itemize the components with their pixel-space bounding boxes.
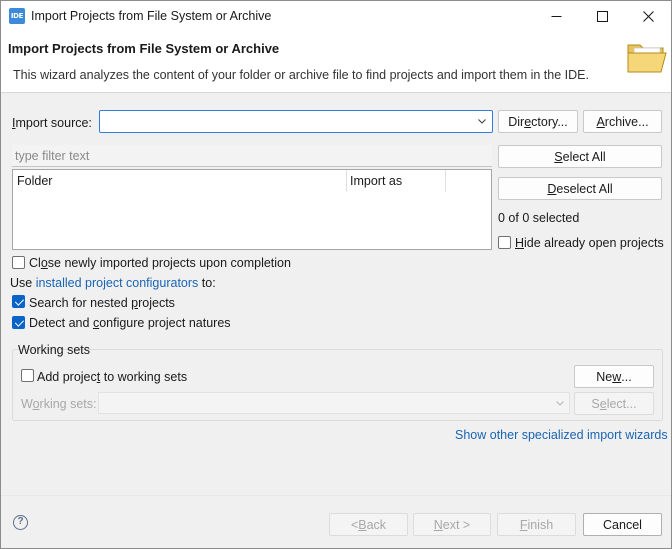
new-working-set-button[interactable]: Ne w... xyxy=(574,365,654,388)
close-newly-imported-checkbox[interactable] xyxy=(12,256,25,269)
detect-natures-checkbox[interactable] xyxy=(12,316,25,329)
hide-open-projects-label: Hide already open projects xyxy=(515,236,664,250)
maximize-icon xyxy=(596,10,608,22)
selected-count: 0 of 0 selected xyxy=(498,211,580,225)
add-to-working-sets-checkbox[interactable] xyxy=(21,369,34,382)
footer-divider xyxy=(1,495,671,496)
minimize-icon xyxy=(551,15,561,17)
cancel-button[interactable]: Cancel xyxy=(583,513,662,536)
window-title: Import Projects from File System or Arch… xyxy=(31,9,272,23)
configurators-line: Use installed project configurators to: xyxy=(10,276,216,290)
close-newly-imported-label: Close newly imported projects upon compl… xyxy=(29,256,291,270)
back-button[interactable]: < Back xyxy=(329,513,408,536)
column-folder[interactable]: Folder xyxy=(17,174,52,188)
other-import-wizards-link[interactable]: Show other specialized import wizards xyxy=(455,428,668,442)
directory-button[interactable]: Dir e ctory... xyxy=(498,110,578,133)
ide-app-icon: IDE xyxy=(9,8,25,24)
wizard-header: Import Projects from File System or Arch… xyxy=(1,31,671,93)
close-icon xyxy=(642,10,654,22)
column-divider[interactable] xyxy=(346,170,347,192)
filter-input[interactable]: type filter text xyxy=(12,145,492,167)
projects-table[interactable]: Folder Import as xyxy=(12,169,492,250)
next-button[interactable]: Next > xyxy=(413,513,491,536)
working-sets-combo[interactable] xyxy=(98,392,570,414)
close-window-button[interactable] xyxy=(625,1,671,31)
finish-button[interactable]: Finish xyxy=(497,513,576,536)
minimize-button[interactable] xyxy=(533,1,579,31)
maximize-button[interactable] xyxy=(579,1,625,31)
chevron-down-icon xyxy=(478,119,486,124)
add-to-working-sets-label: Add project to working sets xyxy=(37,370,188,384)
table-header: Folder Import as xyxy=(13,170,491,192)
wizard-description: This wizard analyzes the content of your… xyxy=(13,68,589,82)
chevron-down-icon xyxy=(556,401,564,406)
search-nested-projects-label: Search for nested projects xyxy=(29,296,175,310)
working-sets-combo-label: Working sets: xyxy=(21,397,97,411)
import-source-combo[interactable] xyxy=(99,110,493,133)
select-all-button[interactable]: Select All xyxy=(498,145,662,168)
working-sets-group-label: Working sets xyxy=(18,343,91,357)
help-icon[interactable]: ? xyxy=(13,515,28,530)
search-nested-projects-checkbox[interactable] xyxy=(12,295,25,308)
column-divider[interactable] xyxy=(445,170,446,192)
import-wizard-window: IDE Import Projects from File System or … xyxy=(0,0,672,549)
detect-natures-label: Detect and configure project natures xyxy=(29,316,231,330)
installed-configurators-link[interactable]: installed project configurators xyxy=(36,276,199,290)
select-working-set-button[interactable]: Se lect... xyxy=(574,392,654,415)
archive-button[interactable]: Archive... xyxy=(583,110,662,133)
open-folder-icon xyxy=(627,44,667,73)
import-source-label: Import source: xyxy=(12,116,92,130)
hide-open-projects-checkbox[interactable] xyxy=(498,236,511,249)
deselect-all-button[interactable]: Deselect All xyxy=(498,177,662,200)
title-bar: IDE Import Projects from File System or … xyxy=(1,1,671,31)
column-import-as[interactable]: Import as xyxy=(350,174,402,188)
wizard-title: Import Projects from File System or Arch… xyxy=(8,41,280,56)
